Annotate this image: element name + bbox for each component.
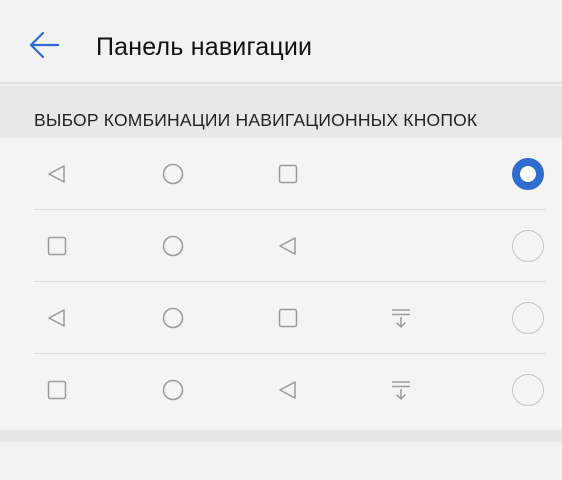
nav-combination-option[interactable]	[0, 210, 562, 282]
radio-button-selected[interactable]	[512, 158, 544, 190]
recents-square-icon	[276, 306, 300, 330]
home-circle-icon	[161, 234, 185, 258]
home-circle-icon	[161, 162, 185, 186]
back-triangle-icon	[276, 378, 300, 402]
back-triangle-icon	[45, 306, 69, 330]
page-title: Панель навигации	[96, 33, 313, 61]
home-circle-icon	[161, 378, 185, 402]
nav-combination-option[interactable]	[0, 354, 562, 426]
nav-combination-option[interactable]	[0, 138, 562, 210]
section-label: ВЫБОР КОМБИНАЦИИ НАВИГАЦИОННЫХ КНОПОК	[34, 110, 478, 130]
arrow-left-icon	[29, 31, 60, 59]
section-header: ВЫБОР КОМБИНАЦИИ НАВИГАЦИОННЫХ КНОПОК	[0, 86, 562, 138]
recents-square-icon	[276, 162, 300, 186]
home-circle-icon	[161, 306, 185, 330]
navigation-bar-settings-screen: Панель навигации ВЫБОР КОМБИНАЦИИ НАВИГА…	[0, 0, 562, 480]
radio-button[interactable]	[512, 374, 544, 406]
app-bar: Панель навигации	[0, 0, 562, 84]
back-triangle-icon	[276, 234, 300, 258]
recents-square-icon	[45, 378, 69, 402]
radio-button[interactable]	[512, 230, 544, 262]
recents-square-icon	[45, 234, 69, 258]
radio-button[interactable]	[512, 302, 544, 334]
notification-pull-down-icon	[389, 378, 413, 402]
back-triangle-icon	[45, 162, 69, 186]
list-bottom-divider	[0, 430, 562, 442]
notification-pull-down-icon	[389, 306, 413, 330]
bottom-area	[0, 442, 562, 480]
nav-combination-option[interactable]	[0, 282, 562, 354]
back-button[interactable]	[28, 30, 68, 60]
navigation-options-list	[0, 138, 562, 430]
